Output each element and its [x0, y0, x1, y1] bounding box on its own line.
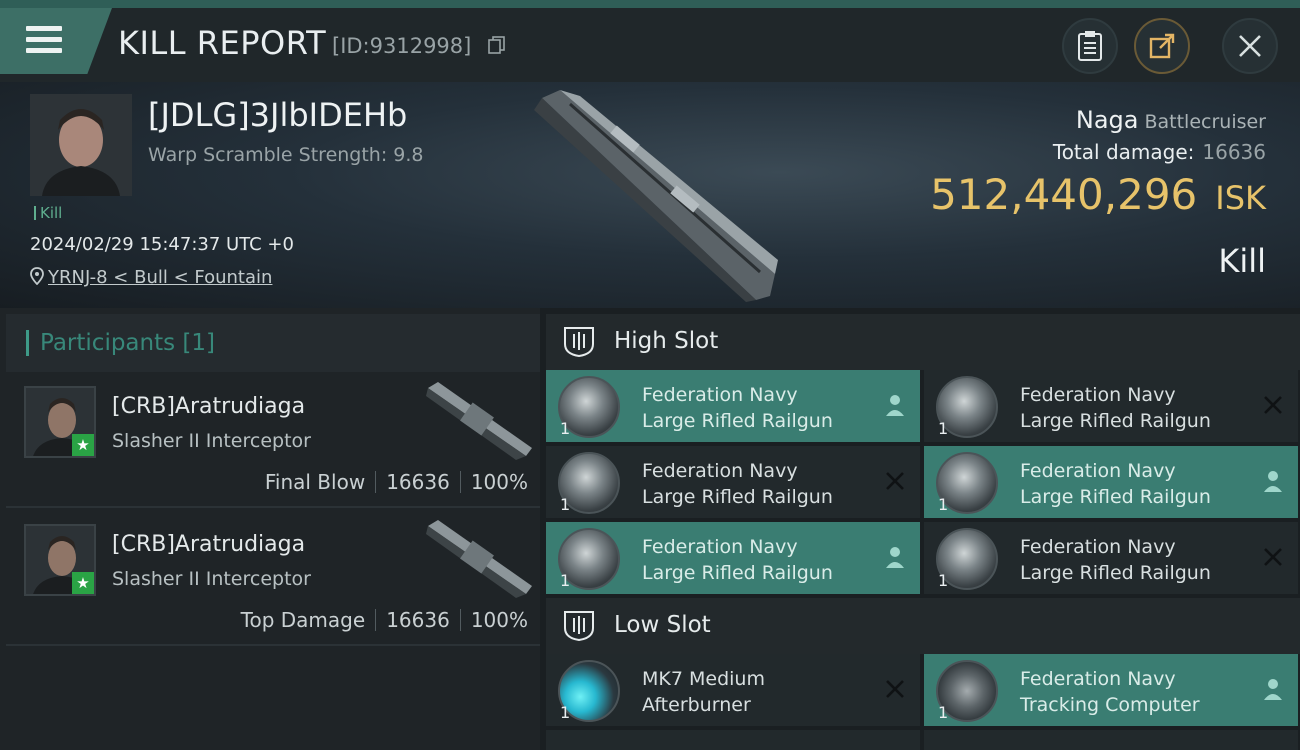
kill-tag: Kill — [34, 204, 62, 222]
isk-value: 512,440,296 ISK — [930, 170, 1266, 219]
module-slot[interactable]: 1 Federation Navy Large Rifled Railgun — [546, 446, 920, 518]
person-icon — [1264, 471, 1282, 492]
warp-scramble-strength: Warp Scramble Strength: 9.8 — [148, 144, 424, 166]
module-slot[interactable]: 1 Federation Navy Large Rifled Railgun — [924, 370, 1298, 442]
module-slot-partial[interactable] — [546, 730, 920, 750]
participant-name[interactable]: [CRB]Aratrudiaga — [112, 532, 305, 557]
share-icon — [1149, 33, 1175, 59]
person-icon — [886, 547, 904, 568]
person-icon — [886, 395, 904, 416]
module-slot[interactable]: 1 Federation Navy Large Rifled Railgun — [924, 522, 1298, 594]
page-title: KILL REPORT — [118, 24, 327, 62]
hamburger-icon — [26, 26, 62, 54]
victim-portrait[interactable] — [30, 94, 132, 196]
kill-result: Kill — [1218, 242, 1266, 280]
close-icon — [886, 472, 904, 490]
total-damage: Total damage: 16636 — [1052, 140, 1266, 164]
character-portrait-image — [30, 94, 132, 196]
victim-banner: [JDLG]3JlbIDEHb Warp Scramble Strength: … — [0, 82, 1300, 308]
participant-stats: Final Blow 16636 100% — [264, 470, 528, 494]
participant-name[interactable]: [CRB]Aratrudiaga — [112, 394, 305, 419]
high-slot-header: High Slot — [546, 314, 1300, 370]
module-slot[interactable]: 1 Federation Navy Large Rifled Railgun — [546, 522, 920, 594]
participant-ship-image — [426, 382, 532, 460]
star-icon: ★ — [72, 434, 94, 456]
participant-stats: Top Damage 16636 100% — [240, 608, 528, 632]
share-button[interactable] — [1134, 18, 1190, 74]
victim-ship-name[interactable]: Naga Battlecruiser — [1076, 106, 1266, 134]
location-pin-icon — [30, 267, 44, 286]
high-slot-icon — [564, 327, 594, 358]
close-icon — [1264, 548, 1282, 566]
person-icon — [1264, 679, 1282, 700]
participants-header: Participants [1] — [6, 314, 540, 372]
module-slot[interactable]: 1 Federation Navy Large Rifled Railgun — [546, 370, 920, 442]
star-icon: ★ — [72, 572, 94, 594]
participant-row[interactable]: ★ [CRB]Aratrudiaga Slasher II Intercepto… — [6, 374, 540, 508]
close-icon — [1239, 35, 1261, 57]
participant-ship: Slasher II Interceptor — [112, 568, 311, 590]
participant-ship: Slasher II Interceptor — [112, 430, 311, 452]
low-slot-header: Low Slot — [546, 598, 1300, 654]
victim-name[interactable]: [JDLG]3JlbIDEHb — [148, 96, 407, 134]
clipboard-icon — [1078, 31, 1102, 61]
close-icon — [886, 680, 904, 698]
participant-row[interactable]: ★ [CRB]Aratrudiaga Slasher II Intercepto… — [6, 512, 540, 646]
victim-ship-image — [534, 90, 778, 302]
fitting-panel: High Slot 1 Federation Navy Large Rifled … — [540, 308, 1300, 750]
kill-location-link[interactable]: YRNJ-8 < Bull < Fountain — [30, 267, 272, 288]
copy-icon[interactable] — [488, 36, 506, 54]
top-accent-line — [0, 0, 1300, 8]
report-id: [ID:9312998] — [332, 34, 472, 58]
participant-ship-image — [426, 520, 532, 598]
module-slot[interactable]: 1 Federation Navy Tracking Computer — [924, 654, 1298, 726]
participant-avatar[interactable]: ★ — [24, 386, 96, 458]
participant-avatar[interactable]: ★ — [24, 524, 96, 596]
close-icon — [1264, 396, 1282, 414]
module-slot[interactable]: 1 Federation Navy Large Rifled Railgun — [924, 446, 1298, 518]
participants-panel: Participants [1] ★ [CRB]Aratrudiaga Slas… — [0, 308, 540, 750]
module-slot[interactable]: 1 MK7 Medium Afterburner — [546, 654, 920, 726]
close-button[interactable] — [1222, 18, 1278, 74]
header-bar: KILL REPORT [ID:9312998] — [0, 8, 1300, 82]
module-slot-partial[interactable] — [924, 730, 1298, 750]
clipboard-button[interactable] — [1062, 18, 1118, 74]
menu-button[interactable] — [0, 8, 112, 74]
low-slot-icon — [564, 611, 594, 642]
kill-datetime: 2024/02/29 15:47:37 UTC +0 — [30, 234, 294, 255]
